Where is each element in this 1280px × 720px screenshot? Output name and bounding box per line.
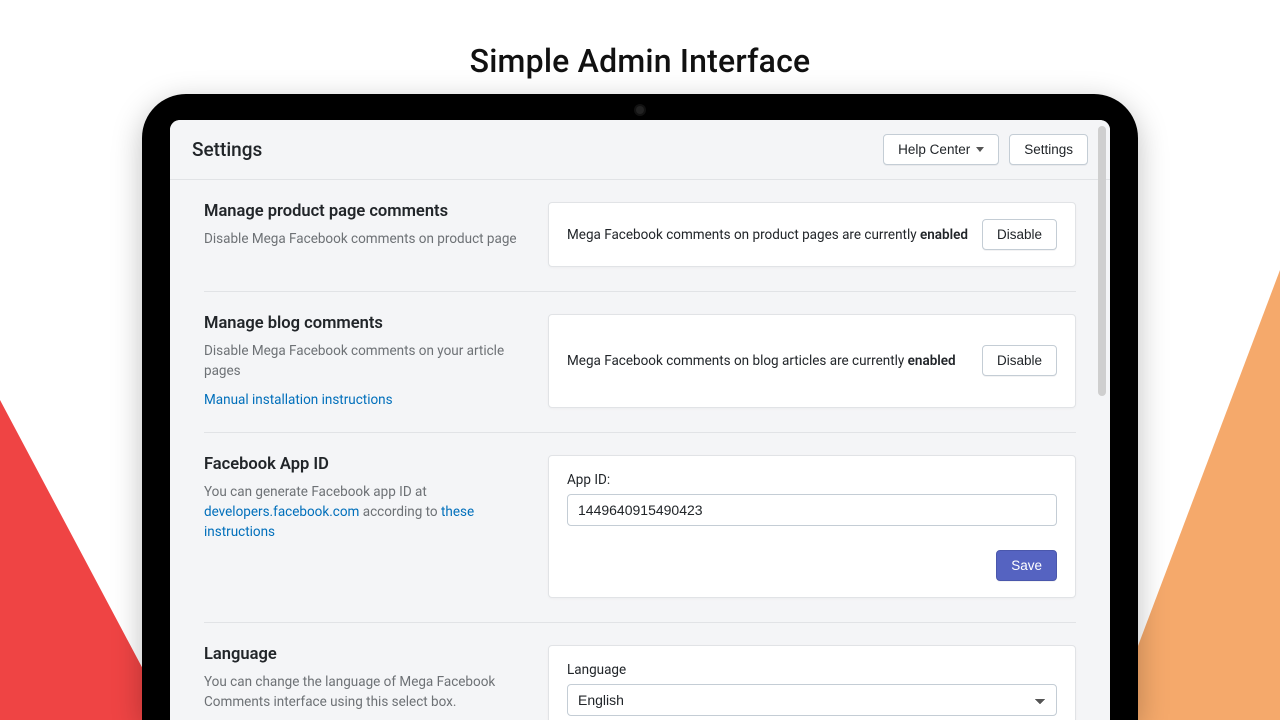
status-prefix: Mega Facebook comments on product pages … bbox=[567, 227, 920, 243]
app-id-label: App ID: bbox=[567, 472, 1057, 488]
language-label: Language bbox=[567, 662, 1057, 678]
status-prefix: Mega Facebook comments on blog articles … bbox=[567, 353, 908, 369]
card-product-status: Mega Facebook comments on product pages … bbox=[548, 202, 1076, 267]
scrollbar[interactable] bbox=[1098, 126, 1106, 396]
section-product-comments: Manage product page comments Disable Meg… bbox=[204, 180, 1076, 292]
manual-install-link[interactable]: Manual installation instructions bbox=[204, 392, 393, 408]
hero-title: Simple Admin Interface bbox=[0, 42, 1280, 80]
settings-button-label: Settings bbox=[1024, 142, 1073, 157]
section-desc: You can generate Facebook app ID at deve… bbox=[204, 482, 524, 543]
desc-pre: You can generate Facebook app ID at bbox=[204, 484, 427, 500]
section-desc: You can change the language of Mega Face… bbox=[204, 672, 524, 713]
section-title: Manage product page comments bbox=[204, 202, 524, 221]
help-center-label: Help Center bbox=[898, 142, 970, 157]
settings-button[interactable]: Settings bbox=[1009, 134, 1088, 165]
card-app-id: App ID: Save bbox=[548, 455, 1076, 598]
section-title: Facebook App ID bbox=[204, 455, 524, 474]
chevron-down-icon bbox=[976, 147, 984, 152]
app-screen: Settings Help Center Settings Manage pro… bbox=[170, 120, 1110, 720]
section-desc: Disable Mega Facebook comments on produc… bbox=[204, 229, 524, 249]
topbar: Settings Help Center Settings bbox=[170, 120, 1110, 180]
section-title: Language bbox=[204, 645, 524, 664]
help-center-dropdown[interactable]: Help Center bbox=[883, 134, 999, 165]
status-word: enabled bbox=[920, 227, 968, 243]
language-select[interactable]: English bbox=[567, 684, 1057, 716]
disable-blog-comments-button[interactable]: Disable bbox=[982, 345, 1057, 376]
save-app-id-button[interactable]: Save bbox=[996, 550, 1057, 581]
section-app-id: Facebook App ID You can generate Faceboo… bbox=[204, 433, 1076, 623]
laptop-frame: Settings Help Center Settings Manage pro… bbox=[142, 94, 1138, 720]
page-title: Settings bbox=[192, 138, 262, 161]
topbar-actions: Help Center Settings bbox=[883, 134, 1088, 165]
card-language: Language English Save bbox=[548, 645, 1076, 720]
developers-facebook-link[interactable]: developers.facebook.com bbox=[204, 504, 359, 520]
status-text: Mega Facebook comments on product pages … bbox=[567, 227, 968, 243]
card-blog-status: Mega Facebook comments on blog articles … bbox=[548, 314, 1076, 408]
app-id-input[interactable] bbox=[567, 494, 1057, 526]
laptop-camera-icon bbox=[636, 106, 644, 114]
section-language: Language You can change the language of … bbox=[204, 623, 1076, 720]
section-desc: Disable Mega Facebook comments on your a… bbox=[204, 341, 524, 382]
desc-mid: according to bbox=[359, 504, 441, 520]
status-text: Mega Facebook comments on blog articles … bbox=[567, 353, 956, 369]
status-word: enabled bbox=[908, 353, 956, 369]
disable-product-comments-button[interactable]: Disable bbox=[982, 219, 1057, 250]
section-title: Manage blog comments bbox=[204, 314, 524, 333]
section-blog-comments: Manage blog comments Disable Mega Facebo… bbox=[204, 292, 1076, 433]
content: Manage product page comments Disable Meg… bbox=[170, 180, 1110, 720]
